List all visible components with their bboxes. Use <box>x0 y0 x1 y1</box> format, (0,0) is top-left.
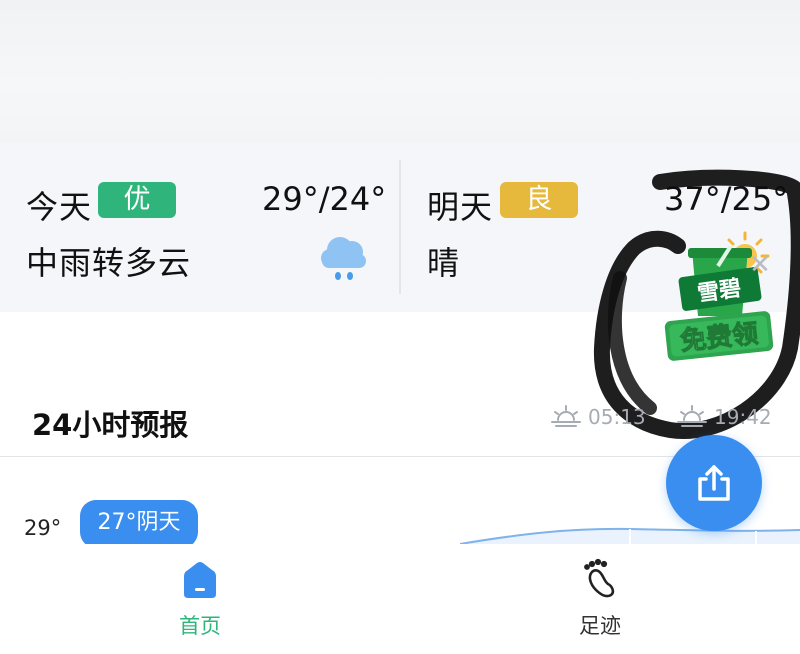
home-icon <box>184 562 216 598</box>
aqi-badge: 优 <box>98 182 176 218</box>
tab-label: 首页 <box>179 614 221 638</box>
tab-label: 足迹 <box>579 614 621 638</box>
current-hour-chip[interactable]: 27°阴天 <box>80 500 198 548</box>
aqi-badge: 良 <box>500 182 578 218</box>
share-icon <box>698 465 730 501</box>
day-label: 明天 <box>427 188 494 226</box>
bottom-tab-bar: 首页 足迹 <box>0 544 800 654</box>
close-icon[interactable]: ✕ <box>747 252 773 278</box>
sunset-icon <box>677 405 707 427</box>
day-label: 今天 <box>26 188 93 226</box>
sunrise-value: 05:13 <box>588 405 646 429</box>
weather-condition: 中雨转多云 <box>26 244 192 282</box>
tab-home[interactable]: 首页 <box>0 544 400 654</box>
header-background <box>0 0 800 142</box>
footprint-icon <box>584 558 615 598</box>
sunrise-icon <box>551 405 581 427</box>
weather-condition: 晴 <box>427 244 461 282</box>
hourly-max-temp: 29° <box>24 516 62 540</box>
tab-footprint[interactable]: 足迹 <box>400 544 800 654</box>
share-button[interactable] <box>666 435 762 531</box>
sunset-value: 19:42 <box>714 405 772 429</box>
hourly-forecast-title: 24小时预报 <box>32 408 189 442</box>
sunset-time: 19:42 <box>676 404 772 430</box>
temperature-range: 29°/24° <box>262 180 387 218</box>
sunrise-time: 05:13 <box>550 404 646 430</box>
temperature-range: 37°/25° <box>664 180 789 218</box>
cloud-rain-icon <box>321 237 366 280</box>
today-forecast[interactable]: 今天 优 29°/24° 中雨转多云 <box>0 142 400 312</box>
